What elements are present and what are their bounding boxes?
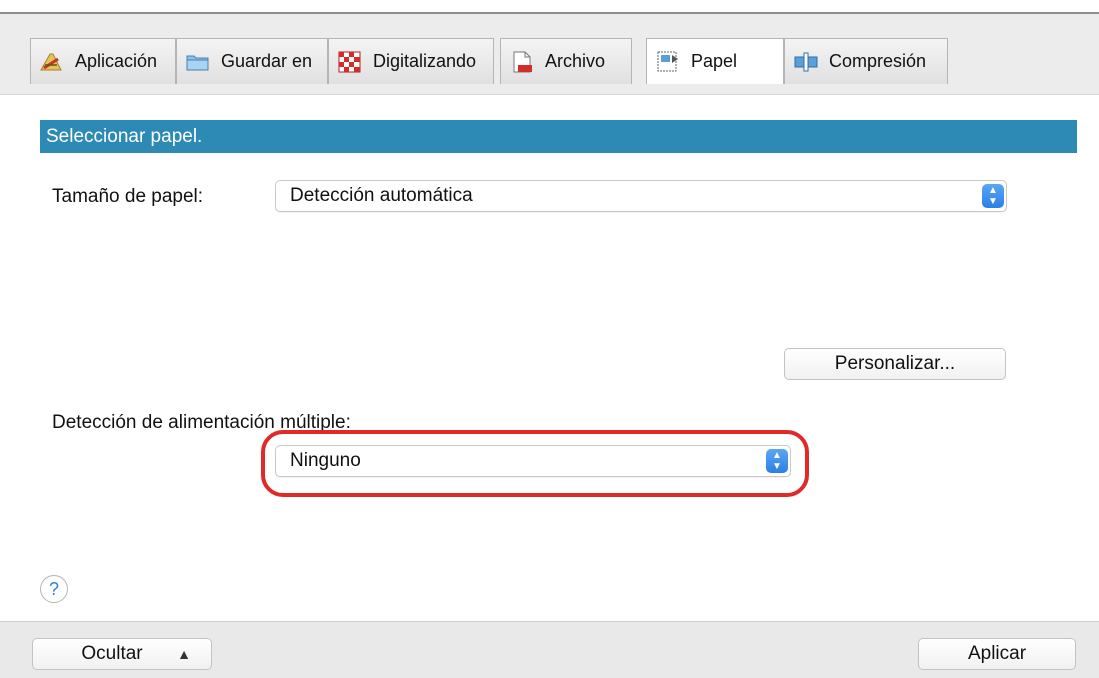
footer-bar: Ocultar ▲ Aplicar [0,621,1099,678]
popup-arrows-icon: ▲ ▼ [766,449,788,473]
tab-compresion[interactable]: Compresión [784,38,948,84]
tab-label: Aplicación [75,51,158,71]
personalizar-button[interactable]: Personalizar... [784,348,1006,380]
tab-bar: Aplicación Guardar en Digitalizando Arch… [0,14,1099,95]
section-header: Seleccionar papel. [40,120,1077,153]
tab-aplicacion[interactable]: Aplicación [30,38,176,84]
multifeed-label: Detección de alimentación múltiple: [52,412,351,433]
popup-arrows-icon: ▲ ▼ [982,184,1004,208]
chevron-up-icon: ▲ [177,646,191,662]
aplicar-button[interactable]: Aplicar [918,638,1076,670]
paper-icon [655,51,681,73]
window-top-edge [0,0,1099,14]
multifeed-value: Ninguno [290,450,361,471]
tab-label: Digitalizando [373,51,477,71]
multifeed-select[interactable]: Ninguno ▲ ▼ [275,445,791,477]
ocultar-label: Ocultar [81,643,143,664]
tab-papel[interactable]: Papel [646,38,784,84]
tab-guardar-en[interactable]: Guardar en [176,38,328,84]
tab-label: Archivo [545,51,606,71]
application-icon [39,51,65,73]
tab-label: Guardar en [221,51,313,71]
paper-size-select[interactable]: Detección automática ▲ ▼ [275,180,1007,212]
folder-icon [185,51,211,73]
ocultar-button[interactable]: Ocultar ▲ [32,638,212,670]
tab-archivo[interactable]: Archivo [500,38,632,84]
tab-digitalizando[interactable]: Digitalizando [328,38,494,84]
paper-size-value: Detección automática [290,185,473,206]
paper-size-label: Tamaño de papel: [52,186,204,207]
tab-label: Papel [691,51,738,71]
file-icon [509,51,535,73]
papel-panel: Seleccionar papel. Tamaño de papel: Dete… [0,95,1099,620]
checkerboard-icon [337,51,363,73]
tab-label: Compresión [829,51,927,71]
compression-icon [793,51,819,73]
help-icon[interactable]: ? [40,575,68,603]
